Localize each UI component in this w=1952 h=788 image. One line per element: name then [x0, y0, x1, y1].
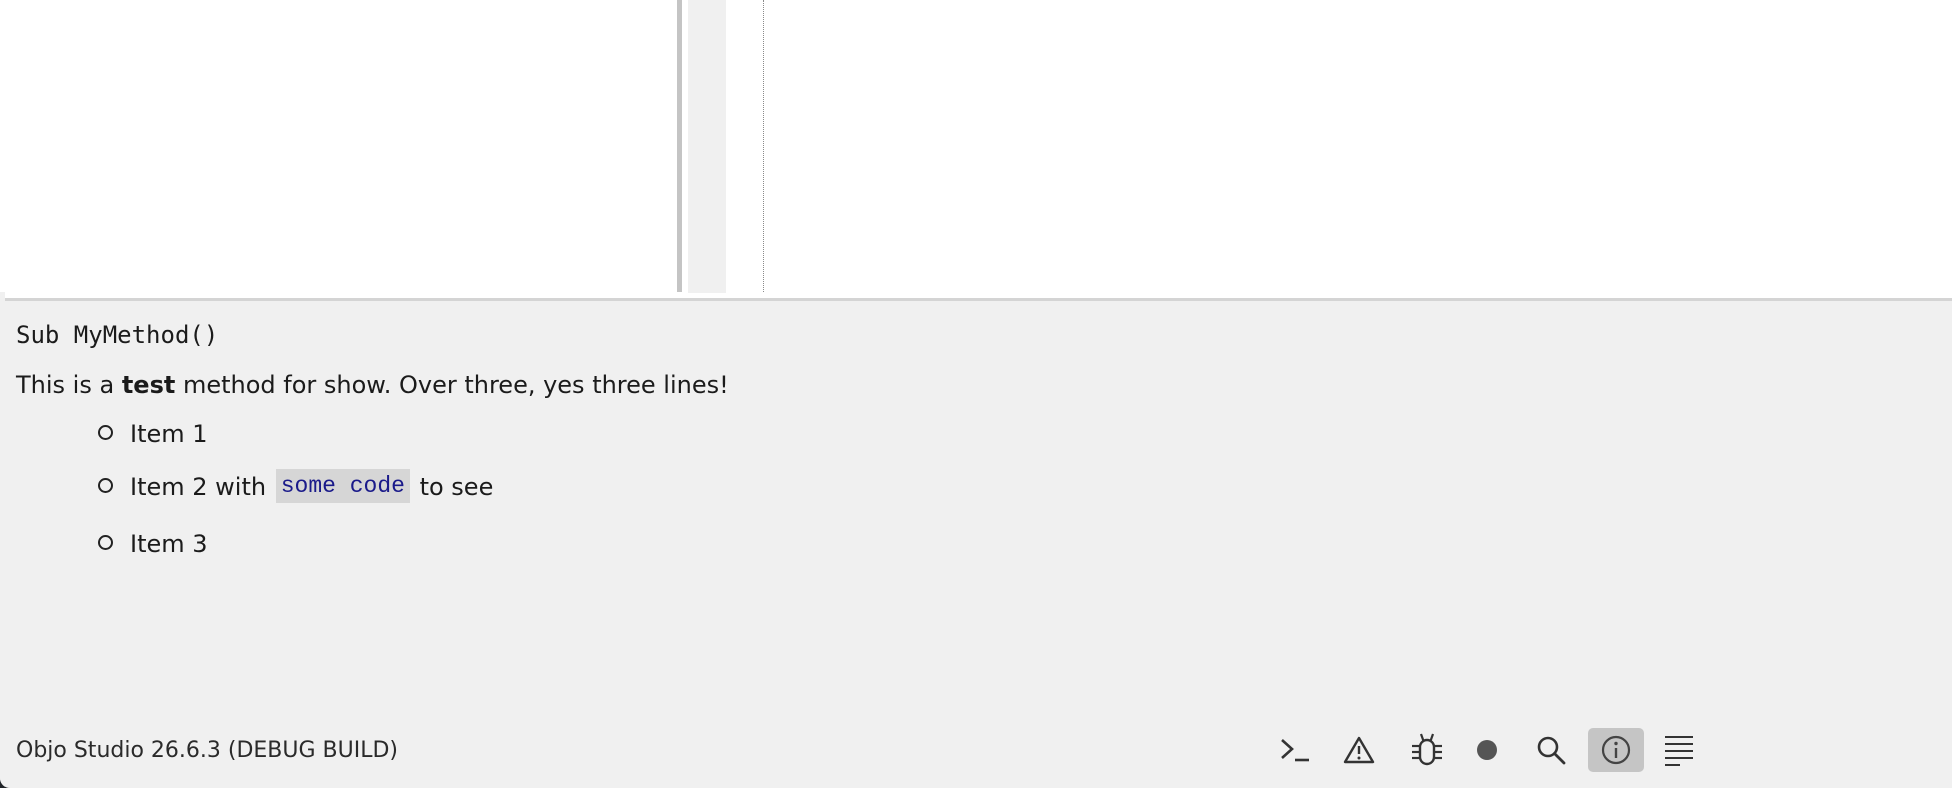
terminal-button[interactable] [1268, 728, 1322, 772]
version-label: Objo Studio 26.6.3 (DEBUG BUILD) [16, 738, 399, 763]
status-bar: Objo Studio 26.6.3 (DEBUG BUILD) [0, 728, 1952, 774]
bug-icon [1412, 733, 1442, 766]
inline-code: some code [275, 469, 410, 503]
list-item-text-before: Item 2 with [130, 473, 274, 501]
description-suffix: method for show. Over three, yes three l… [175, 371, 729, 399]
code-editor[interactable] [726, 0, 1952, 292]
search-icon [1537, 736, 1566, 765]
documentation-pane: Sub MyMethod() This is a test method for… [16, 318, 1916, 558]
method-signature: Sub MyMethod() [16, 321, 219, 349]
ide-window: Sub MyMethod() This is a test method for… [0, 0, 1952, 788]
horizontal-splitter[interactable] [5, 298, 1952, 301]
code-margin-guide [763, 0, 764, 292]
navigator-pane[interactable] [0, 0, 677, 292]
search-button[interactable] [1524, 728, 1578, 772]
bullet-circle-icon [98, 535, 113, 550]
output-lines-button[interactable] [1652, 728, 1706, 772]
breakpoint-icon [1477, 740, 1497, 760]
warnings-button[interactable] [1332, 728, 1386, 772]
warning-icon [1343, 736, 1375, 764]
description-prefix: This is a [16, 371, 122, 399]
list-item-text-after: to see [411, 473, 494, 501]
list-item-text: Item 3 [130, 530, 208, 558]
debugger-button[interactable] [1400, 728, 1454, 772]
breakpoint-button[interactable] [1460, 728, 1514, 772]
info-icon [1601, 735, 1631, 765]
list-item-text: Item 2 with some code to see [130, 469, 493, 505]
list-item-text: Item 1 [130, 420, 208, 448]
terminal-icon [1281, 739, 1309, 762]
editor-area [0, 0, 1952, 298]
description-bold: test [121, 371, 176, 399]
bullet-circle-icon [98, 425, 113, 440]
panel-left-edge [0, 292, 5, 788]
line-number-gutter [688, 0, 726, 293]
info-button[interactable] [1588, 728, 1644, 772]
method-description: This is a test method for show. Over thr… [16, 368, 1916, 402]
lines-icon [1665, 736, 1693, 766]
bullet-circle-icon [98, 478, 113, 493]
